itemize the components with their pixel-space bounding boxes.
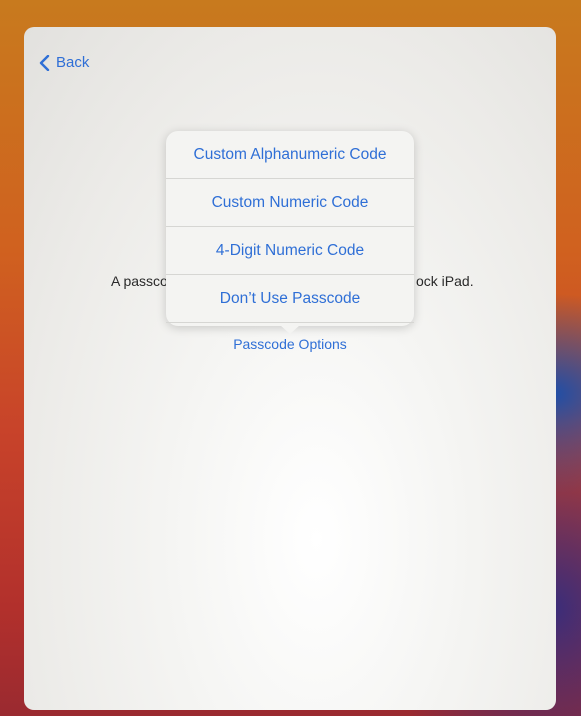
ipad-screen: Back A passco ock iPad. Passcode Options… (24, 27, 556, 710)
back-label: Back (56, 54, 90, 71)
passcode-description-left: A passco (111, 273, 168, 289)
chevron-left-icon (39, 54, 50, 71)
option-custom-numeric-code[interactable]: Custom Numeric Code (166, 179, 414, 227)
option-4-digit-numeric-code[interactable]: 4-Digit Numeric Code (166, 227, 414, 275)
passcode-options-link[interactable]: Passcode Options (24, 336, 556, 352)
passcode-description-right: ock iPad. (416, 273, 474, 289)
option-custom-alphanumeric-code[interactable]: Custom Alphanumeric Code (166, 131, 414, 179)
passcode-options-popover: Custom Alphanumeric Code Custom Numeric … (166, 131, 414, 334)
popover-arrow (280, 325, 300, 334)
option-dont-use-passcode[interactable]: Don’t Use Passcode (166, 275, 414, 323)
back-button[interactable]: Back (39, 54, 89, 71)
